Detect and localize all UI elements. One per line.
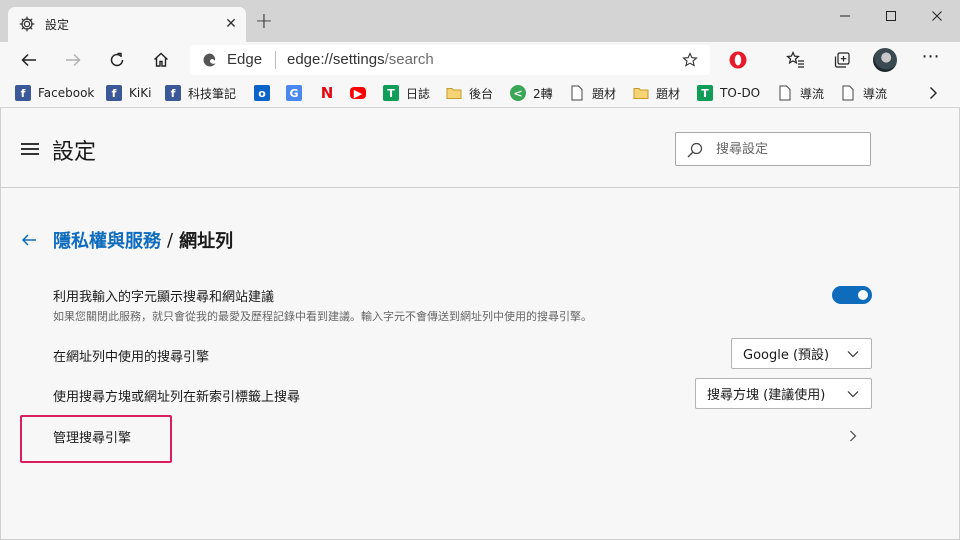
edge-logo-icon: [202, 52, 218, 68]
green-doc-icon: T: [383, 85, 399, 101]
search-engine-value: Google (預設): [743, 348, 830, 363]
search-input[interactable]: [716, 140, 861, 158]
profile-avatar[interactable]: [873, 48, 897, 72]
forward-button[interactable]: [59, 46, 87, 74]
manage-search-engines-label: 管理搜尋引擎: [53, 431, 132, 446]
bookmark-todo[interactable]: T TO-DO: [697, 83, 760, 103]
tab-settings[interactable]: 設定 ✕: [8, 7, 246, 42]
bookmark-traffic-1[interactable]: 導流: [777, 83, 824, 103]
maximize-button[interactable]: [868, 0, 914, 32]
menu-icon[interactable]: [21, 143, 39, 155]
breadcrumb: 隱私權與服務 / 網址列: [21, 228, 233, 252]
bookmark-journal[interactable]: T 日誌: [383, 83, 430, 103]
settings-search[interactable]: [675, 132, 871, 166]
address-brand: Edge: [227, 51, 263, 68]
suggestions-description: 如果您關閉此服務，就只會從我的最愛及歷程記錄中看到建議。輸入字元不會傳送到網址列…: [53, 310, 592, 323]
bookmark-tech-notes[interactable]: f 科技筆記: [165, 83, 236, 103]
minimize-icon: [840, 15, 850, 17]
toggle-knob: [858, 290, 868, 300]
tab-title: 設定: [45, 18, 70, 32]
gear-icon: [19, 16, 35, 32]
new-tab-search-select[interactable]: 搜尋方塊 (建議使用): [695, 378, 872, 409]
more-icon[interactable]: ⋯: [917, 46, 945, 74]
chevron-right-icon[interactable]: [924, 84, 942, 102]
favorites-icon[interactable]: [782, 47, 808, 73]
breadcrumb-current: 網址列: [179, 231, 234, 252]
collections-icon[interactable]: [829, 47, 855, 73]
forward-icon: [66, 53, 81, 67]
bookmark-kiki[interactable]: f KiKi: [106, 83, 151, 103]
search-icon: [686, 141, 704, 159]
toolbar: Edge edge://settings/search ⋯: [0, 42, 960, 78]
minimize-button[interactable]: [822, 0, 868, 32]
facebook-icon: f: [15, 85, 31, 101]
back-arrow-icon[interactable]: [21, 231, 39, 249]
opera-o-icon[interactable]: [725, 47, 751, 73]
search-engine-label: 在網址列中使用的搜尋引擎: [53, 350, 210, 365]
home-icon: [154, 52, 168, 67]
refresh-button[interactable]: [103, 46, 131, 74]
bookmark-traffic-2[interactable]: 導流: [840, 83, 887, 103]
netflix-icon: N: [320, 84, 334, 102]
share-icon: <: [510, 85, 526, 101]
chevron-down-icon: [847, 348, 859, 360]
folder-icon: [446, 85, 462, 101]
settings-page: 設定 隱私權與服務 / 網址列 利用我輸入的字元顯示搜尋和網站建議 如果您關閉此…: [0, 108, 960, 540]
maximize-icon: [886, 11, 896, 21]
bookmarks-bar: f Facebook f KiKi f 科技筆記 o G N ▶ T 日誌 後台 <2轉…: [0, 78, 960, 108]
address-host: edge://settings: [287, 51, 385, 68]
green-doc-icon: T: [697, 85, 713, 101]
page-icon: [569, 85, 585, 101]
page-icon: [777, 85, 793, 101]
facebook-icon: f: [106, 85, 122, 101]
folder-icon: [633, 85, 649, 101]
bookmark-backend-folder[interactable]: 後台: [446, 83, 493, 103]
bookmark-topics-folder[interactable]: 題材: [633, 83, 680, 103]
chevron-right-icon[interactable]: [847, 427, 859, 442]
search-engine-select[interactable]: Google (預設): [731, 338, 872, 369]
new-tab-button[interactable]: +: [252, 11, 276, 35]
facebook-icon: f: [165, 85, 181, 101]
outlook-icon: o: [254, 85, 270, 101]
bookmark-topics-page[interactable]: 題材: [569, 83, 616, 103]
address-bar[interactable]: Edge edge://settings/search: [190, 45, 710, 75]
translate-icon: G: [286, 85, 302, 101]
youtube-icon: ▶: [350, 87, 366, 100]
bookmark-youtube[interactable]: ▶: [350, 83, 373, 103]
page-icon: [840, 85, 856, 101]
home-button[interactable]: [147, 46, 175, 74]
bookmark-translate[interactable]: G: [286, 83, 309, 103]
refresh-icon: [110, 52, 124, 67]
bookmark-netflix[interactable]: N: [319, 83, 342, 103]
chevron-down-icon: [847, 388, 859, 400]
bookmark-facebook[interactable]: f Facebook: [15, 83, 94, 103]
bookmark-share[interactable]: <2轉: [510, 83, 553, 103]
address-separator: [275, 51, 276, 69]
new-tab-search-label: 使用搜尋方塊或網址列在新索引標籤上搜尋: [53, 390, 301, 405]
breadcrumb-separator: /: [167, 229, 174, 251]
address-path: /search: [384, 51, 434, 68]
suggestions-label: 利用我輸入的字元顯示搜尋和網站建議: [53, 290, 275, 305]
tab-close-icon[interactable]: ✕: [222, 15, 240, 33]
back-button[interactable]: [15, 46, 43, 74]
bookmark-outlook[interactable]: o: [254, 83, 277, 103]
new-tab-search-value: 搜尋方塊 (建議使用): [707, 388, 826, 403]
favorite-star-icon[interactable]: [680, 50, 700, 70]
suggestions-toggle[interactable]: [832, 286, 872, 304]
title-bar: 設定 ✕ +: [0, 0, 960, 42]
close-window-button[interactable]: [914, 0, 960, 32]
breadcrumb-parent-link[interactable]: 隱私權與服務: [53, 227, 161, 253]
close-icon: [932, 11, 942, 21]
page-title: 設定: [52, 140, 97, 165]
back-icon: [21, 53, 36, 67]
address-url[interactable]: edge://settings/search: [287, 51, 434, 68]
settings-header: 設定: [1, 108, 959, 188]
